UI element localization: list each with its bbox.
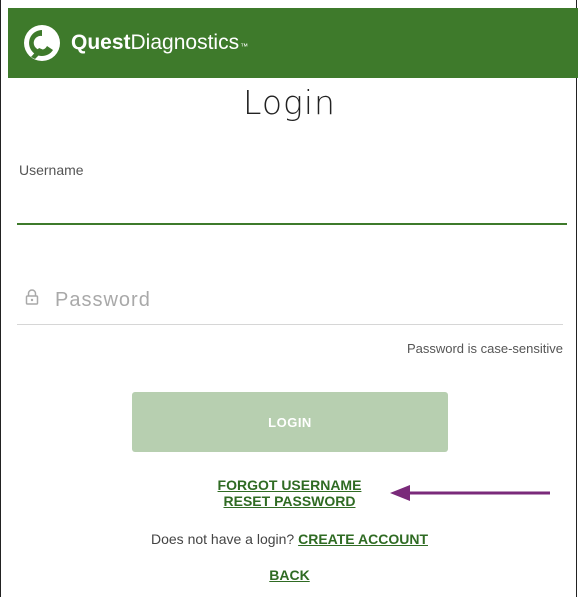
password-input[interactable]	[53, 284, 557, 316]
page-title: Login	[243, 83, 336, 122]
create-account-link[interactable]: CREATE ACCOUNT	[298, 531, 428, 547]
brand-name: Quest Diagnostics ™	[71, 31, 248, 55]
reset-password-link[interactable]: RESET PASSWORD	[224, 493, 356, 509]
app-header: Quest Diagnostics ™	[8, 8, 578, 78]
back-row: BACK	[0, 567, 579, 585]
back-link[interactable]: BACK	[269, 567, 309, 583]
create-account-row: Does not have a login? CREATE ACCOUNT	[0, 531, 579, 547]
username-input[interactable]	[17, 183, 567, 225]
brand-name-regular: Diagnostics	[130, 31, 240, 54]
arrow-left-icon	[390, 485, 550, 501]
brand-name-bold: Quest	[71, 31, 131, 54]
login-button[interactable]: LOGIN	[132, 392, 448, 452]
password-hint: Password is case-sensitive	[406, 341, 563, 356]
quest-logo-icon	[23, 24, 61, 62]
trademark-mark: ™	[240, 42, 249, 51]
lock-icon	[25, 289, 39, 305]
forgot-username-link[interactable]: FORGOT USERNAME	[218, 477, 362, 493]
no-login-text: Does not have a login?	[151, 531, 295, 547]
password-field	[17, 280, 563, 325]
username-label: Username	[19, 162, 84, 178]
